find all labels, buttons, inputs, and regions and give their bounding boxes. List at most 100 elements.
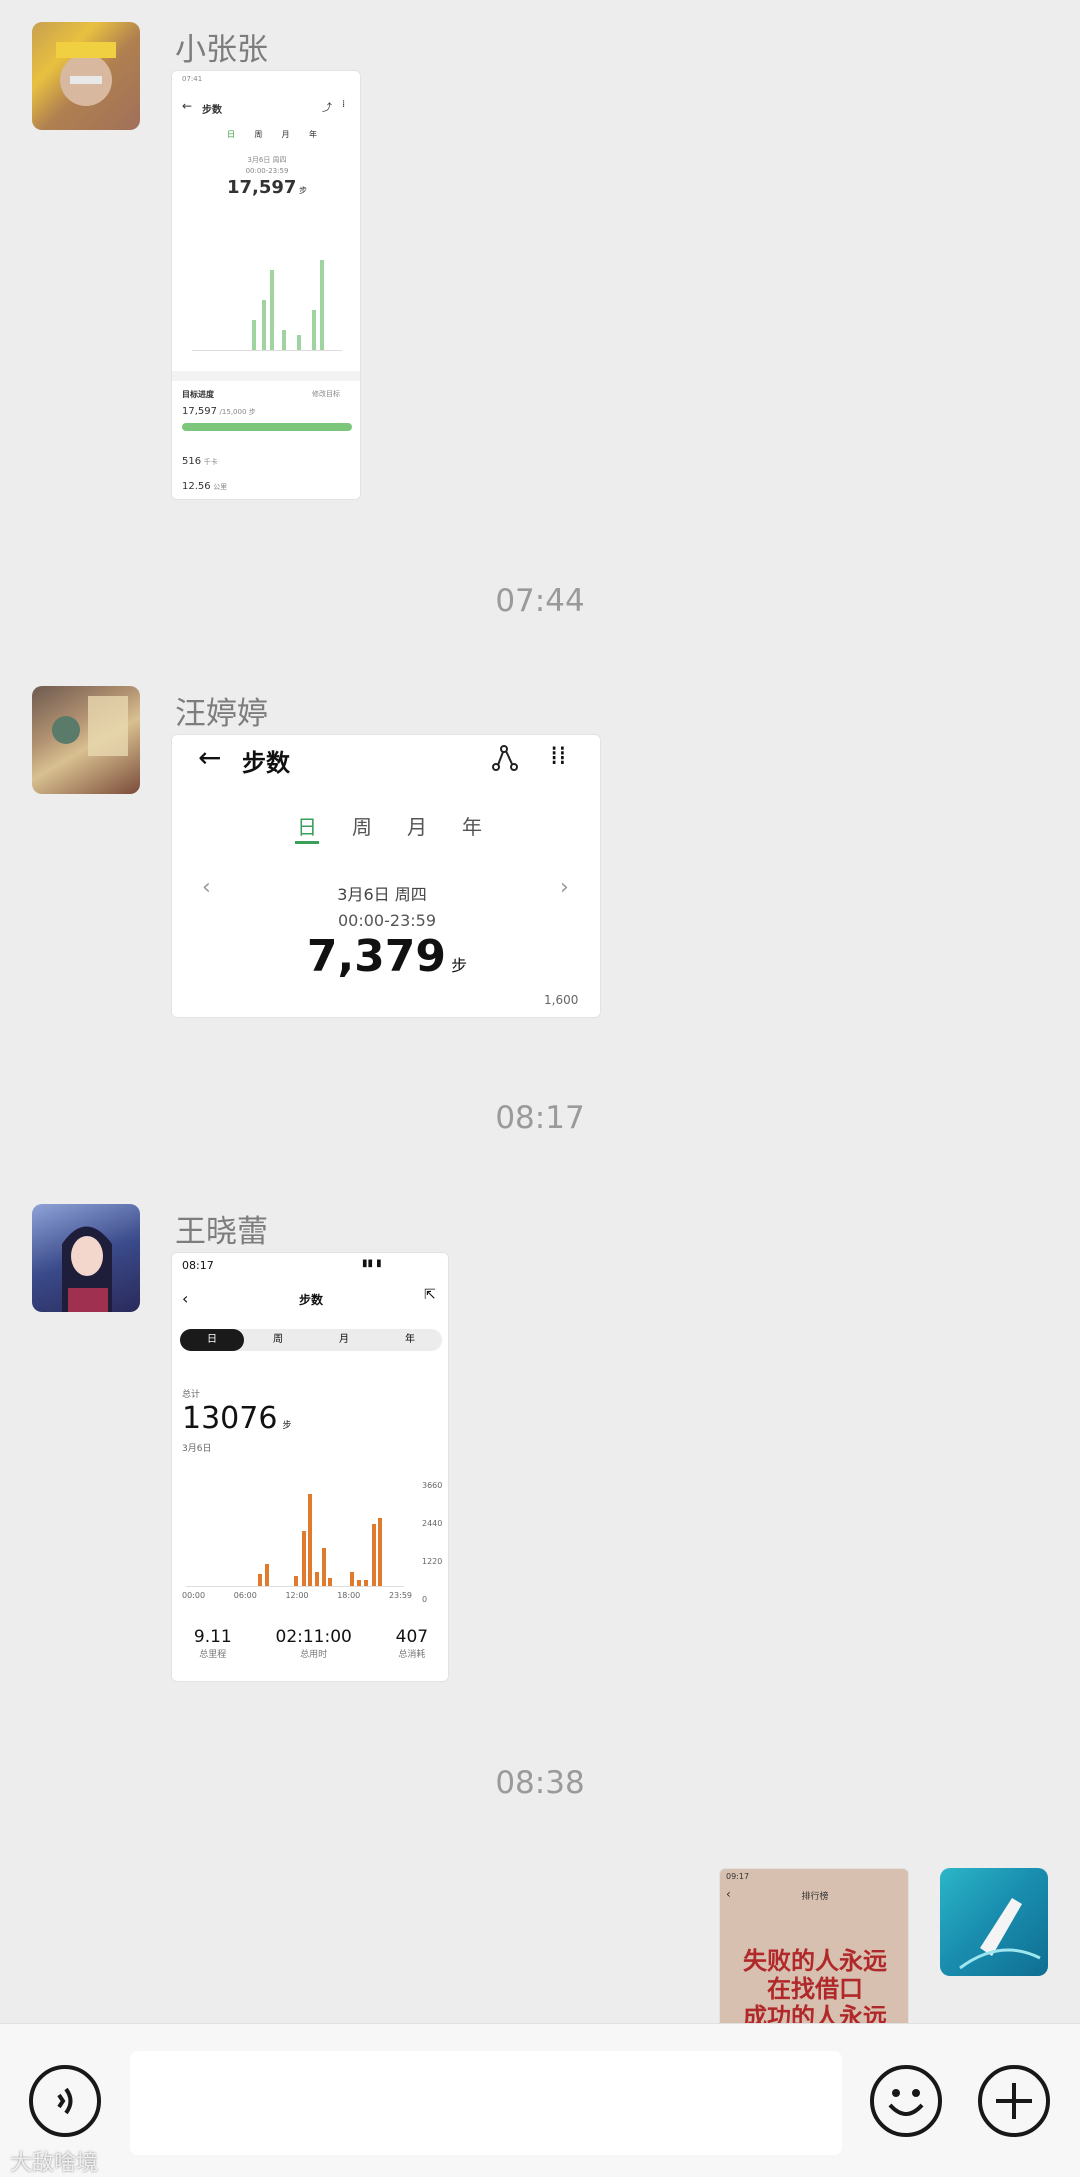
avatar-image [62, 1226, 112, 1312]
tab-month[interactable]: 月 [312, 1329, 376, 1351]
tab-year: 年 [462, 815, 482, 839]
tab-year: 年 [308, 130, 317, 139]
total-label: 总计 [182, 1390, 201, 1400]
y-tick: 2440 [422, 1519, 443, 1528]
share-icon [490, 743, 520, 777]
chart-bar [312, 310, 316, 350]
voice-button[interactable] [29, 2065, 101, 2137]
tab-day: 日 [297, 815, 317, 839]
chart-bar [315, 1572, 319, 1586]
poster-header: 排行榜 [801, 1892, 829, 1902]
screen-title: 步数 [202, 105, 222, 116]
chart-bar [328, 1578, 332, 1586]
distance-unit: 公里 [213, 483, 228, 491]
tab-day[interactable]: 日 [180, 1329, 244, 1351]
chart-bar [297, 335, 301, 350]
status-time: 09:17 [726, 1872, 750, 1881]
chart-bar [258, 1574, 262, 1586]
stat-value: 02:11:00 [275, 1627, 352, 1647]
goal-edit-link: 修改目标 [312, 390, 340, 398]
emoji-button[interactable] [870, 2065, 942, 2137]
avatar-wangxiaolei[interactable] [32, 1204, 140, 1312]
tab-month: 月 [281, 130, 290, 139]
timestamp: 08:17 [495, 1100, 585, 1136]
step-count: 7,379 [306, 931, 447, 982]
calories-value: 516 [182, 456, 202, 467]
avatar-wangtingting[interactable] [32, 686, 140, 794]
timestamp: 08:38 [495, 1765, 585, 1801]
avatar-xiaozhangzhang[interactable] [32, 22, 140, 130]
stat-calories: 407 总消耗 [396, 1627, 428, 1660]
avatar-self[interactable] [940, 1868, 1048, 1976]
goal-target: /15,000 步 [219, 408, 256, 416]
step-screenshot-1[interactable]: 07:41 ← 步数 ⤴ ⁞ 日 周 月 年 3月6日 周四 00:00-23:… [171, 70, 361, 500]
chart-bar [270, 270, 274, 350]
hourly-chart [186, 1471, 404, 1587]
x-axis-labels: 00:00 06:00 12:00 18:00 23:59 [182, 1591, 412, 1600]
tab-week: 周 [352, 815, 372, 839]
stat-label: 总里程 [199, 1650, 227, 1660]
screen-title: 步数 [242, 749, 290, 777]
chart-bar [364, 1580, 368, 1586]
chart-bar [350, 1572, 354, 1586]
sender-name: 小张张 [175, 32, 268, 68]
step-count: 17,597 [226, 177, 297, 198]
goal-progress-bar [182, 423, 352, 431]
date-label: 3月6日 [182, 1444, 212, 1454]
timestamp: 07:44 [495, 583, 585, 619]
watermark: 大敌啥境 [10, 2151, 99, 2176]
y-tick: 3660 [422, 1481, 443, 1490]
stats-row: 9.11 总里程 02:11:00 总用时 407 总消耗 [172, 1627, 448, 1660]
x-tick: 23:59 [388, 1591, 412, 1600]
chart-bar [294, 1576, 298, 1586]
goal-value: 17,597 [182, 406, 217, 417]
step-count: 13076 [182, 1401, 278, 1436]
more-button[interactable] [978, 2065, 1050, 2137]
chart-bar [262, 300, 266, 350]
chart-bar [322, 1548, 326, 1586]
stat-value: 407 [395, 1627, 429, 1647]
status-time: 08:17 [182, 1259, 214, 1272]
chart-bar [282, 330, 286, 350]
axis-max-label: 1,600 [544, 993, 579, 1007]
share-icon: ⤴ [322, 103, 332, 114]
chart-bar [357, 1580, 361, 1586]
chart-bar [302, 1531, 306, 1586]
more-icon: ⁞ [342, 99, 346, 110]
tab-week: 周 [254, 130, 263, 139]
period-tabs: 日 周 月 年 [180, 1329, 442, 1351]
voice-icon [57, 2087, 73, 2115]
poster-screenshot[interactable]: 09:17 ‹ 排行榜 失败的人永远 在找借口 成功的人永远 [719, 1868, 909, 2023]
tab-month: 月 [407, 815, 427, 839]
chart-bar [252, 320, 256, 350]
y-axis-labels: 3660 2440 1220 0 [422, 1467, 442, 1619]
avatar-image [52, 696, 128, 756]
chat-input-bar [0, 2023, 1080, 2177]
status-time: 07:41 [182, 75, 203, 83]
export-icon: ⇱ [424, 1287, 436, 1303]
screen-title: 步数 [298, 1293, 323, 1307]
x-tick: 00:00 [182, 1591, 206, 1600]
step-screenshot-3[interactable]: 08:17 ▮▮ ▮ ‹ 步数 ⇱ 日 周 月 年 总计 13076 步 3月6… [171, 1252, 449, 1682]
message-input[interactable] [130, 2051, 842, 2155]
date-label: 3月6日 周四 [337, 885, 427, 904]
emoji-icon [888, 2089, 924, 2116]
sender-name: 王晓蕾 [175, 1214, 268, 1250]
step-unit: 步 [299, 186, 307, 195]
distance-value: 12.56 [182, 481, 211, 492]
goal-progress-fill [182, 423, 352, 431]
y-tick: 1220 [422, 1557, 443, 1566]
plus-icon [996, 2083, 1032, 2119]
x-tick: 12:00 [285, 1591, 309, 1600]
time-range: 00:00-23:59 [338, 911, 436, 930]
step-unit: 步 [282, 1421, 292, 1431]
y-tick: 0 [422, 1595, 428, 1604]
tab-year[interactable]: 年 [378, 1329, 442, 1351]
time-range: 00:00-23:59 [245, 167, 289, 175]
step-unit: 步 [451, 956, 468, 975]
chart-bar [378, 1518, 382, 1586]
tab-week[interactable]: 周 [246, 1329, 310, 1351]
avatar-image [959, 1898, 1041, 1970]
poster-headline-3: 成功的人永远 [743, 2002, 887, 2023]
step-screenshot-2[interactable]: ← 步数 ⁞⁞ 日 周 月 年 ‹ › 3月6日 周四 00:00-23:59 … [171, 734, 601, 1018]
